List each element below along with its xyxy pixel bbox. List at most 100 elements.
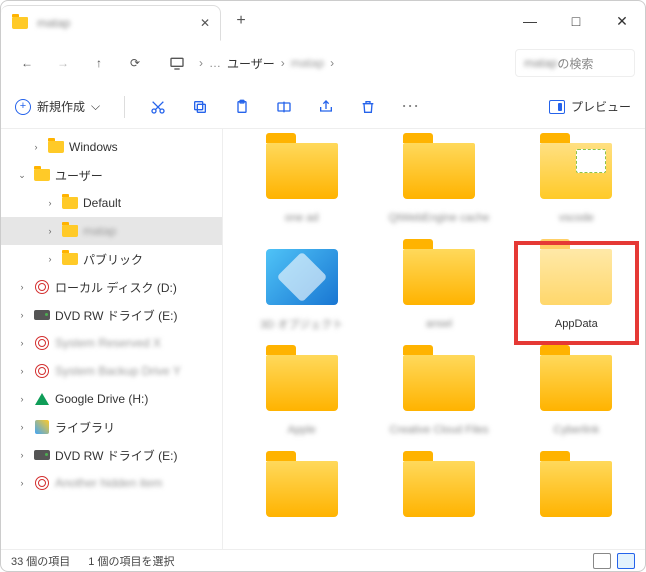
tree-item[interactable]: ›パブリック (1, 245, 222, 273)
tree-label: Another hidden item (55, 476, 162, 490)
tab-current[interactable]: matap ✕ (1, 5, 221, 41)
crumb-users[interactable]: ユーザー (227, 55, 275, 72)
folder-item[interactable]: vscode (518, 139, 635, 235)
tab-close-icon[interactable]: ✕ (200, 16, 210, 30)
tree-item[interactable]: ›Default (1, 189, 222, 217)
chevron-down-icon: ⌵ (91, 99, 100, 114)
close-window-button[interactable]: ✕ (599, 1, 645, 41)
expand-icon[interactable]: › (15, 478, 29, 488)
pc-icon[interactable] (161, 47, 193, 79)
new-label: 新規作成 (37, 98, 85, 115)
forward-button[interactable]: → (47, 47, 79, 79)
new-tab-button[interactable]: + (221, 1, 261, 41)
folder-item[interactable]: Apple (243, 351, 360, 447)
tree-item[interactable]: › Another hidden item (1, 469, 222, 497)
copy-button[interactable] (191, 98, 209, 116)
tree-item[interactable]: ⌄ユーザー (1, 161, 222, 189)
preview-button[interactable]: プレビュー (549, 98, 631, 115)
crumb-current[interactable]: matap (291, 56, 324, 70)
folder-item[interactable]: 3D オブジェクト (243, 245, 360, 341)
tree-item[interactable]: ›ローカル ディスク (D:) (1, 273, 222, 301)
drive-icon (33, 447, 51, 463)
expand-icon[interactable]: › (43, 226, 57, 236)
up-button[interactable]: ↑ (83, 47, 115, 79)
maximize-button[interactable]: □ (553, 1, 599, 41)
folder-icon (11, 15, 29, 31)
folder-label: one ad (285, 205, 319, 231)
tab-title: matap (37, 16, 192, 30)
folder-icon (540, 143, 612, 199)
cut-button[interactable] (149, 98, 167, 116)
expand-icon[interactable]: › (15, 366, 29, 376)
folder-icon (540, 461, 612, 517)
lib-icon (33, 419, 51, 435)
tree-item[interactable]: ›System Reserved X (1, 329, 222, 357)
expand-icon[interactable]: › (15, 310, 29, 320)
folder-icon (266, 143, 338, 199)
folder-item[interactable]: ansel (380, 245, 497, 341)
titlebar: matap ✕ + — □ ✕ (1, 1, 645, 41)
toolbar: + 新規作成 ⌵ ⋯ プレビュー (1, 85, 645, 129)
rename-button[interactable] (275, 98, 293, 116)
more-icon[interactable]: … (209, 56, 221, 70)
back-button[interactable]: ← (11, 47, 43, 79)
tree-item[interactable]: ›Windows (1, 133, 222, 161)
folder-item[interactable] (518, 457, 635, 549)
expand-icon[interactable]: › (15, 338, 29, 348)
more-button[interactable]: ⋯ (401, 98, 419, 116)
folder-icon (403, 355, 475, 411)
folder-item[interactable] (243, 457, 360, 549)
folder-item[interactable]: Creative Cloud Files (380, 351, 497, 447)
new-button[interactable]: + 新規作成 ⌵ (15, 98, 100, 115)
chevron-icon: › (199, 56, 203, 70)
view-grid-button[interactable] (617, 553, 635, 569)
expand-icon[interactable]: › (29, 142, 43, 152)
folder-label: vscode (559, 205, 594, 231)
tree-item[interactable]: ›DVD RW ドライブ (E:) (1, 441, 222, 469)
folder-content[interactable]: one ad QtWebEngine cache vscode 3D オブジェクト an… (223, 129, 645, 549)
folder-icon (540, 249, 612, 305)
preview-icon (549, 100, 565, 114)
folder-icon (540, 355, 612, 411)
folder-item[interactable]: AppData (518, 245, 635, 341)
tree-label: matap (83, 224, 116, 238)
expand-icon[interactable]: ⌄ (15, 170, 29, 181)
folder-item[interactable]: one ad (243, 139, 360, 235)
nav-tree[interactable]: ›Windows⌄ユーザー›Default›matap›パブリック›ローカル デ… (1, 129, 223, 549)
view-list-button[interactable] (593, 553, 611, 569)
folder-icon (266, 355, 338, 411)
chevron-icon: › (330, 56, 334, 70)
folder-item[interactable] (380, 457, 497, 549)
status-bar: 33 個の項目 1 個の項目を選択 (1, 549, 645, 571)
folder-item[interactable]: Cyberlink (518, 351, 635, 447)
tree-item[interactable]: › Google Drive (H:) (1, 385, 222, 413)
tree-item[interactable]: ›System Backup Drive Y (1, 357, 222, 385)
expand-icon[interactable]: › (43, 254, 57, 264)
refresh-button[interactable]: ⟳ (119, 47, 151, 79)
folder-icon (403, 143, 475, 199)
window-controls: — □ ✕ (507, 1, 645, 41)
breadcrumb: › … ユーザー › matap › (155, 47, 511, 79)
folder-item[interactable]: QtWebEngine cache (380, 139, 497, 235)
folder-icon (266, 461, 338, 517)
expand-icon[interactable]: › (15, 422, 29, 432)
expand-icon[interactable]: › (15, 450, 29, 460)
minimize-button[interactable]: — (507, 1, 553, 41)
disc-icon (33, 475, 51, 491)
share-button[interactable] (317, 98, 335, 116)
tree-item[interactable]: › ライブラリ (1, 413, 222, 441)
tree-item[interactable]: › matap (1, 217, 222, 245)
plus-icon: + (15, 99, 31, 115)
paste-button[interactable] (233, 98, 251, 116)
search-input[interactable]: matap の検索 (515, 49, 635, 77)
expand-icon[interactable]: › (43, 198, 57, 208)
delete-button[interactable] (359, 98, 377, 116)
expand-icon[interactable]: › (15, 394, 29, 404)
tree-label: ライブラリ (55, 419, 115, 436)
tree-label: Google Drive (H:) (55, 392, 148, 406)
tree-item[interactable]: ›DVD RW ドライブ (E:) (1, 301, 222, 329)
disc-icon (33, 363, 51, 379)
folder-label: ansel (426, 311, 452, 337)
main-area: ›Windows⌄ユーザー›Default›matap›パブリック›ローカル デ… (1, 129, 645, 549)
expand-icon[interactable]: › (15, 282, 29, 292)
